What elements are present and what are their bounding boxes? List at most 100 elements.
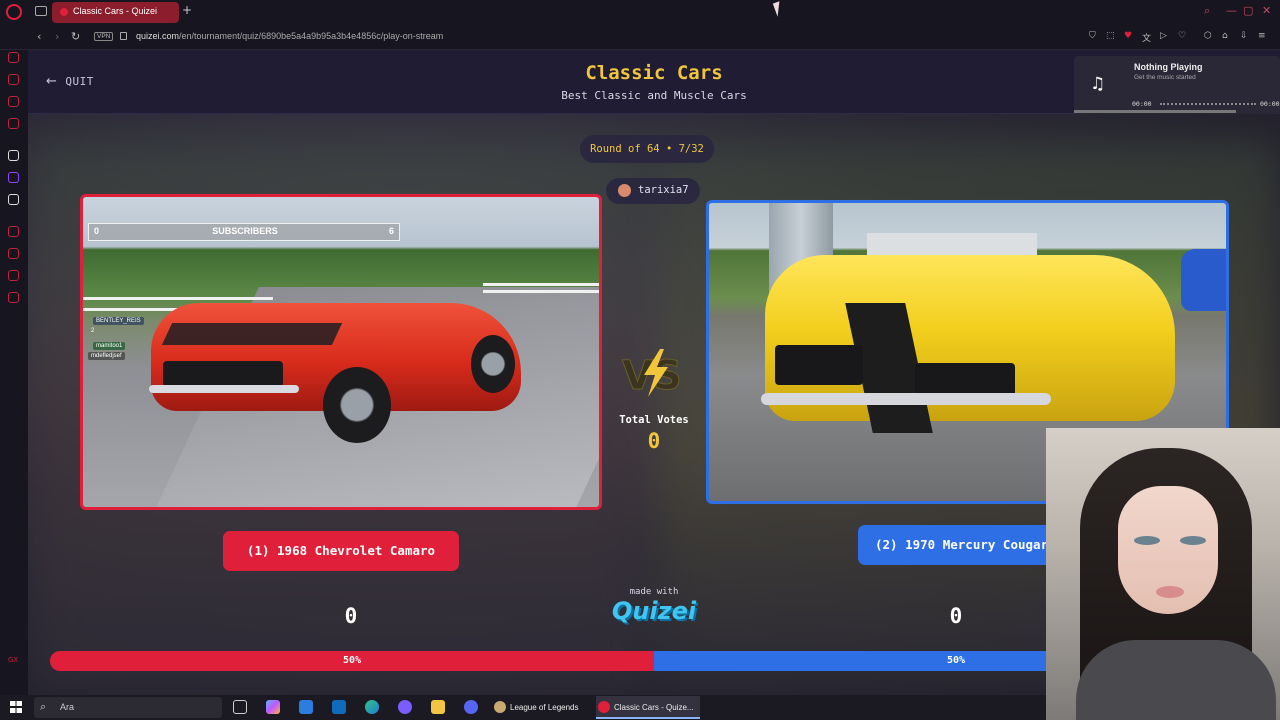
task-view-icon[interactable] <box>233 700 247 714</box>
tab-islands-icon[interactable] <box>35 6 47 16</box>
league-icon <box>494 701 506 713</box>
music-progress-line <box>1074 110 1236 113</box>
round-indicator: Round of 64 • 7/32 <box>580 135 714 163</box>
new-tab-button[interactable]: + <box>182 3 192 17</box>
url-field[interactable]: quizei.com/en/tournament/quiz/6890be5a4a… <box>136 31 443 41</box>
minimize-button[interactable]: — <box>1226 4 1237 17</box>
forward-icon[interactable]: › <box>55 30 59 43</box>
discord-alt-icon[interactable] <box>464 700 478 714</box>
wallet-icon[interactable]: ⌂ <box>1222 31 1232 41</box>
sidebar-twitch-icon[interactable] <box>8 172 19 183</box>
quizei-favicon-icon <box>60 8 68 16</box>
taskbar-app-label: Classic Cars - Quize... <box>614 703 694 712</box>
sidebar-settings-icon[interactable] <box>8 292 19 303</box>
reload-icon[interactable]: ↻ <box>71 30 80 43</box>
tab-active[interactable]: Classic Cars - Quizei <box>52 2 179 23</box>
search-icon: ⌕ <box>40 700 47 713</box>
discord-icon[interactable] <box>398 700 412 714</box>
browser-tab-bar: Classic Cars - Quizei + ⌕ — ▢ ✕ <box>0 0 1280 25</box>
sidebar-aria-icon[interactable] <box>8 150 19 161</box>
sidebar-gx-corner-icon[interactable] <box>8 74 19 85</box>
webcam-shirt <box>1076 640 1276 720</box>
music-note-icon: ♫ <box>1090 74 1106 94</box>
taskbar-app-label: League of Legends <box>510 703 579 712</box>
chat-message: 2 <box>91 328 95 334</box>
cougar-bumper-image-part <box>761 393 1051 405</box>
webcam-lips <box>1156 586 1184 598</box>
streamer-name: tarixia7 <box>638 184 689 196</box>
maximize-button[interactable]: ▢ <box>1243 4 1253 17</box>
subscribers-overlay: 0 SUBSCRIBERS 6 <box>88 223 400 241</box>
sidebar-gx-cleaner-icon[interactable] <box>8 96 19 107</box>
music-time-current: 00:00 <box>1132 100 1152 108</box>
sidebar-downloads-icon[interactable] <box>8 270 19 281</box>
translate-icon[interactable]: 文 <box>1142 31 1152 44</box>
camaro-bumper-image-part <box>149 385 299 393</box>
sidebar-gx-mods-icon[interactable] <box>8 118 19 129</box>
download-icon[interactable]: ⇩ <box>1240 31 1250 41</box>
shield-icon[interactable]: ♥ <box>1124 31 1134 41</box>
extensions-icon[interactable]: ⬡ <box>1204 31 1214 41</box>
music-time-total: 00:00 <box>1260 100 1280 108</box>
taskbar-search[interactable]: ⌕ Ara <box>34 697 222 718</box>
sidebar-player-icon[interactable] <box>8 226 19 237</box>
sidebar-gx-control-icon[interactable] <box>8 52 19 63</box>
windows-taskbar: ⌕ Ara League of Legends Classic Cars - Q… <box>0 695 1046 720</box>
copilot-icon[interactable] <box>266 700 280 714</box>
bookmark-icon[interactable]: ⛉ <box>1089 31 1099 41</box>
chat-username: mamitoo1 <box>93 342 126 350</box>
gx-badge: GX <box>8 656 19 664</box>
music-title: Nothing Playing <box>1134 62 1203 72</box>
outlook-icon[interactable] <box>332 700 346 714</box>
back-icon[interactable]: ‹ <box>37 30 41 43</box>
cougar-grille-image-part <box>775 345 863 385</box>
sidebar-x-icon[interactable] <box>8 194 19 205</box>
svg-text:VS: VS <box>622 353 682 399</box>
close-window-button[interactable]: ✕ <box>1262 4 1271 17</box>
taskbar-app-quizei[interactable]: Classic Cars - Quize... <box>596 696 700 719</box>
webcam-overlay <box>1046 428 1280 720</box>
chat-message: mdefledjsef <box>88 352 125 360</box>
heart-icon[interactable]: ♡ <box>1178 31 1188 41</box>
edge-icon[interactable] <box>365 700 379 714</box>
music-player-widget[interactable]: ♫ Nothing Playing Get the music started … <box>1074 56 1280 114</box>
chat-username: BENTLEY_REIS <box>93 317 144 325</box>
camaro-stripe-image-part <box>161 323 343 345</box>
search-icon[interactable]: ⌕ <box>1204 4 1210 18</box>
blue-car-image-part <box>1181 249 1226 311</box>
camaro-grille-image-part <box>163 361 283 387</box>
lock-icon[interactable] <box>120 32 127 40</box>
music-seek-bar[interactable] <box>1160 103 1256 106</box>
total-votes-label: Total Votes <box>619 414 689 426</box>
browser-sidebar: GX <box>0 50 28 695</box>
taskbar-app-league[interactable]: League of Legends <box>492 696 592 719</box>
streamer-badge: tarixia7 <box>606 178 700 204</box>
tab-title: Classic Cars - Quizei <box>73 6 158 16</box>
store-icon[interactable] <box>299 700 313 714</box>
vpn-badge[interactable]: VPN <box>94 32 114 41</box>
address-bar: ‹ › ↻ VPN quizei.com/en/tournament/quiz/… <box>0 25 1280 50</box>
option-label-left[interactable]: (1) 1968 Chevrolet Camaro <box>223 531 459 571</box>
subscribers-label: SUBSCRIBERS <box>212 226 278 236</box>
taskbar-search-placeholder: Ara <box>60 702 75 712</box>
subscribers-count-right: 6 <box>388 226 394 236</box>
music-subtitle: Get the music started <box>1134 74 1196 81</box>
avatar <box>618 184 631 197</box>
sidebar-history-icon[interactable] <box>8 248 19 259</box>
fence-image-part <box>483 283 599 293</box>
play-icon[interactable]: ▷ <box>1160 31 1170 41</box>
webcam-eye <box>1134 536 1160 545</box>
opera-logo-icon[interactable] <box>6 4 22 20</box>
snapshot-icon[interactable]: ⬚ <box>1106 31 1116 41</box>
url-path: /en/tournament/quiz/6890be5a4a9b95a3b4e4… <box>179 31 444 41</box>
camaro-wheel-image-part <box>471 335 515 393</box>
vs-lightning-icon: VS <box>622 349 682 400</box>
option-card-left[interactable]: 0 SUBSCRIBERS 6 BENTLEY_REIS 2 mamitoo1 … <box>80 194 602 510</box>
vote-bar-left: 50% <box>50 651 654 671</box>
file-explorer-icon[interactable] <box>431 700 445 714</box>
url-domain: quizei.com <box>136 31 180 41</box>
option-label-right[interactable]: (2) 1970 Mercury Cougar <box>858 525 1078 565</box>
opera-gx-icon <box>598 701 610 713</box>
start-button[interactable] <box>10 701 22 713</box>
menu-icon[interactable]: ≡ <box>1258 31 1268 41</box>
